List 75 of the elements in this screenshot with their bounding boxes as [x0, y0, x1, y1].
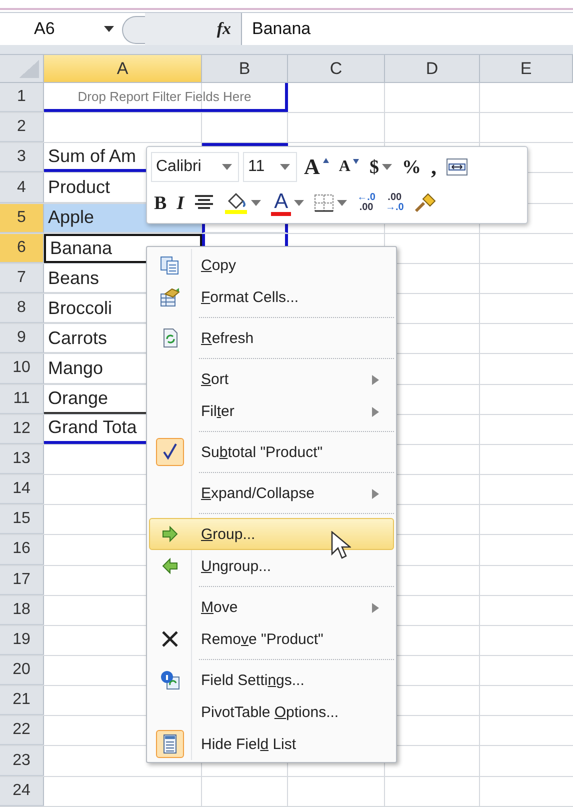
row-header[interactable]: 21: [0, 686, 44, 716]
submenu-arrow-icon: [372, 603, 379, 613]
menu-item[interactable]: Group...: [149, 518, 394, 550]
font-color-button[interactable]: A: [268, 189, 308, 217]
caret-icon: [280, 164, 290, 170]
menu-item[interactable]: Ungroup...: [149, 550, 394, 582]
menu-item[interactable]: Expand/Collapse: [149, 477, 394, 509]
resize-handle[interactable]: [122, 16, 145, 44]
decrease-decimal-button[interactable]: .00 →.0: [382, 189, 407, 217]
shrink-font-button[interactable]: A: [336, 153, 362, 181]
submenu-arrow-icon: [372, 489, 379, 499]
copy-icon: [160, 255, 180, 275]
caret-icon: [294, 200, 304, 206]
row-header[interactable]: 20: [0, 656, 44, 686]
column-header[interactable]: A: [44, 55, 202, 83]
row-header[interactable]: 14: [0, 475, 44, 504]
row-header[interactable]: 2: [0, 113, 44, 142]
currency-button[interactable]: $: [366, 153, 395, 181]
caret-icon: [222, 164, 232, 170]
comma-button[interactable]: ,: [428, 153, 440, 181]
row-header[interactable]: 18: [0, 596, 44, 625]
row-header[interactable]: 3: [0, 143, 44, 172]
right-arrow-icon: [160, 524, 180, 544]
row-header[interactable]: 7: [0, 264, 44, 294]
font-size-dropdown[interactable]: 11: [243, 152, 297, 182]
paint-bucket-icon: [224, 192, 248, 214]
row-header[interactable]: 16: [0, 535, 44, 564]
down-caret-icon: [353, 158, 360, 164]
row-header[interactable]: 10: [0, 354, 44, 384]
paintbrush-icon: [414, 193, 436, 213]
column-header[interactable]: B: [202, 55, 288, 83]
row-header[interactable]: 1: [0, 83, 44, 112]
percent-button[interactable]: %: [398, 153, 424, 181]
row-header[interactable]: 24: [0, 776, 44, 806]
row-header[interactable]: 17: [0, 566, 44, 595]
merge-cells-icon: [446, 158, 468, 176]
left-arrow-icon: [160, 556, 180, 576]
row-header[interactable]: 19: [0, 626, 44, 655]
caret-icon: [104, 26, 114, 32]
close-icon: [160, 629, 180, 649]
menu-item[interactable]: Hide Field List: [149, 728, 394, 760]
row-header[interactable]: 12: [0, 414, 44, 444]
mouse-pointer-icon: [331, 531, 351, 561]
center-align-icon: [194, 195, 214, 211]
row-header[interactable]: 4: [0, 173, 44, 203]
submenu-arrow-icon: [372, 407, 379, 417]
caret-icon: [251, 200, 262, 206]
column-header[interactable]: D: [385, 55, 480, 83]
row-header[interactable]: 23: [0, 746, 44, 776]
row-header[interactable]: 22: [0, 716, 44, 746]
format-cells-icon: [160, 287, 180, 307]
submenu-arrow-icon: [372, 375, 379, 385]
insert-function-button[interactable]: fx: [216, 19, 231, 39]
column-header[interactable]: E: [480, 55, 573, 83]
column-header[interactable]: C: [288, 55, 385, 83]
menu-item[interactable]: PivotTable Options...: [149, 696, 394, 728]
caret-icon: [337, 200, 348, 206]
info-settings-icon: [160, 670, 180, 690]
row-header[interactable]: 13: [0, 444, 44, 474]
row-header[interactable]: 15: [0, 505, 44, 534]
row-header[interactable]: 8: [0, 294, 44, 324]
caret-icon: [382, 164, 392, 170]
up-caret-icon: [322, 158, 329, 162]
row-header[interactable]: 5: [0, 204, 44, 233]
menu-item[interactable]: Remove "Product": [149, 623, 394, 655]
menu-item[interactable]: Field Settings...: [149, 664, 394, 696]
row-header[interactable]: 6: [0, 234, 44, 263]
row-header[interactable]: 9: [0, 324, 44, 354]
grow-font-button[interactable]: A: [301, 153, 332, 181]
increase-decimal-button[interactable]: ←.0 .00: [354, 189, 378, 217]
menu-item[interactable]: Move: [149, 591, 394, 623]
formula-field[interactable]: Banana: [242, 13, 573, 45]
font-name-dropdown[interactable]: Calibri: [151, 152, 239, 182]
row-header[interactable]: 11: [0, 384, 44, 414]
borders-icon: [314, 194, 334, 212]
